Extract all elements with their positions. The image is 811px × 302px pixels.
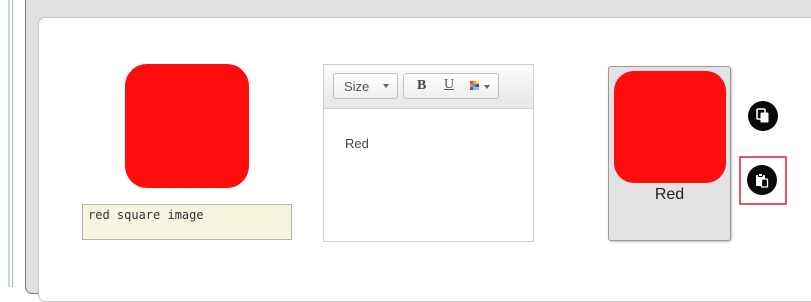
- color-card[interactable]: Red: [608, 66, 731, 241]
- window-left-edge: [0, 0, 13, 287]
- color-chevron-down-icon[interactable]: [484, 85, 490, 89]
- format-button-group: B U: [403, 73, 499, 99]
- chevron-down-icon: [383, 84, 389, 88]
- font-size-label: Size: [344, 78, 370, 94]
- copy-icon: [756, 108, 769, 123]
- paste-icon: [756, 173, 769, 188]
- card-label: Red: [654, 186, 685, 203]
- rich-text-editor: Size B U Red: [323, 64, 534, 242]
- window-edge-line: [8, 0, 10, 287]
- card-red-square: [614, 71, 726, 183]
- image-caption-field[interactable]: red square image: [82, 204, 292, 240]
- copy-button[interactable]: [748, 101, 778, 131]
- red-square-image[interactable]: [125, 64, 249, 188]
- underline-button[interactable]: U: [444, 77, 454, 93]
- font-size-dropdown[interactable]: Size: [333, 73, 398, 99]
- bold-button[interactable]: B: [417, 78, 426, 94]
- color-grid-icon[interactable]: [470, 81, 479, 90]
- paste-button[interactable]: [747, 165, 777, 195]
- editor-toolbar: Size B U: [324, 65, 533, 109]
- editor-content[interactable]: Red: [345, 136, 369, 151]
